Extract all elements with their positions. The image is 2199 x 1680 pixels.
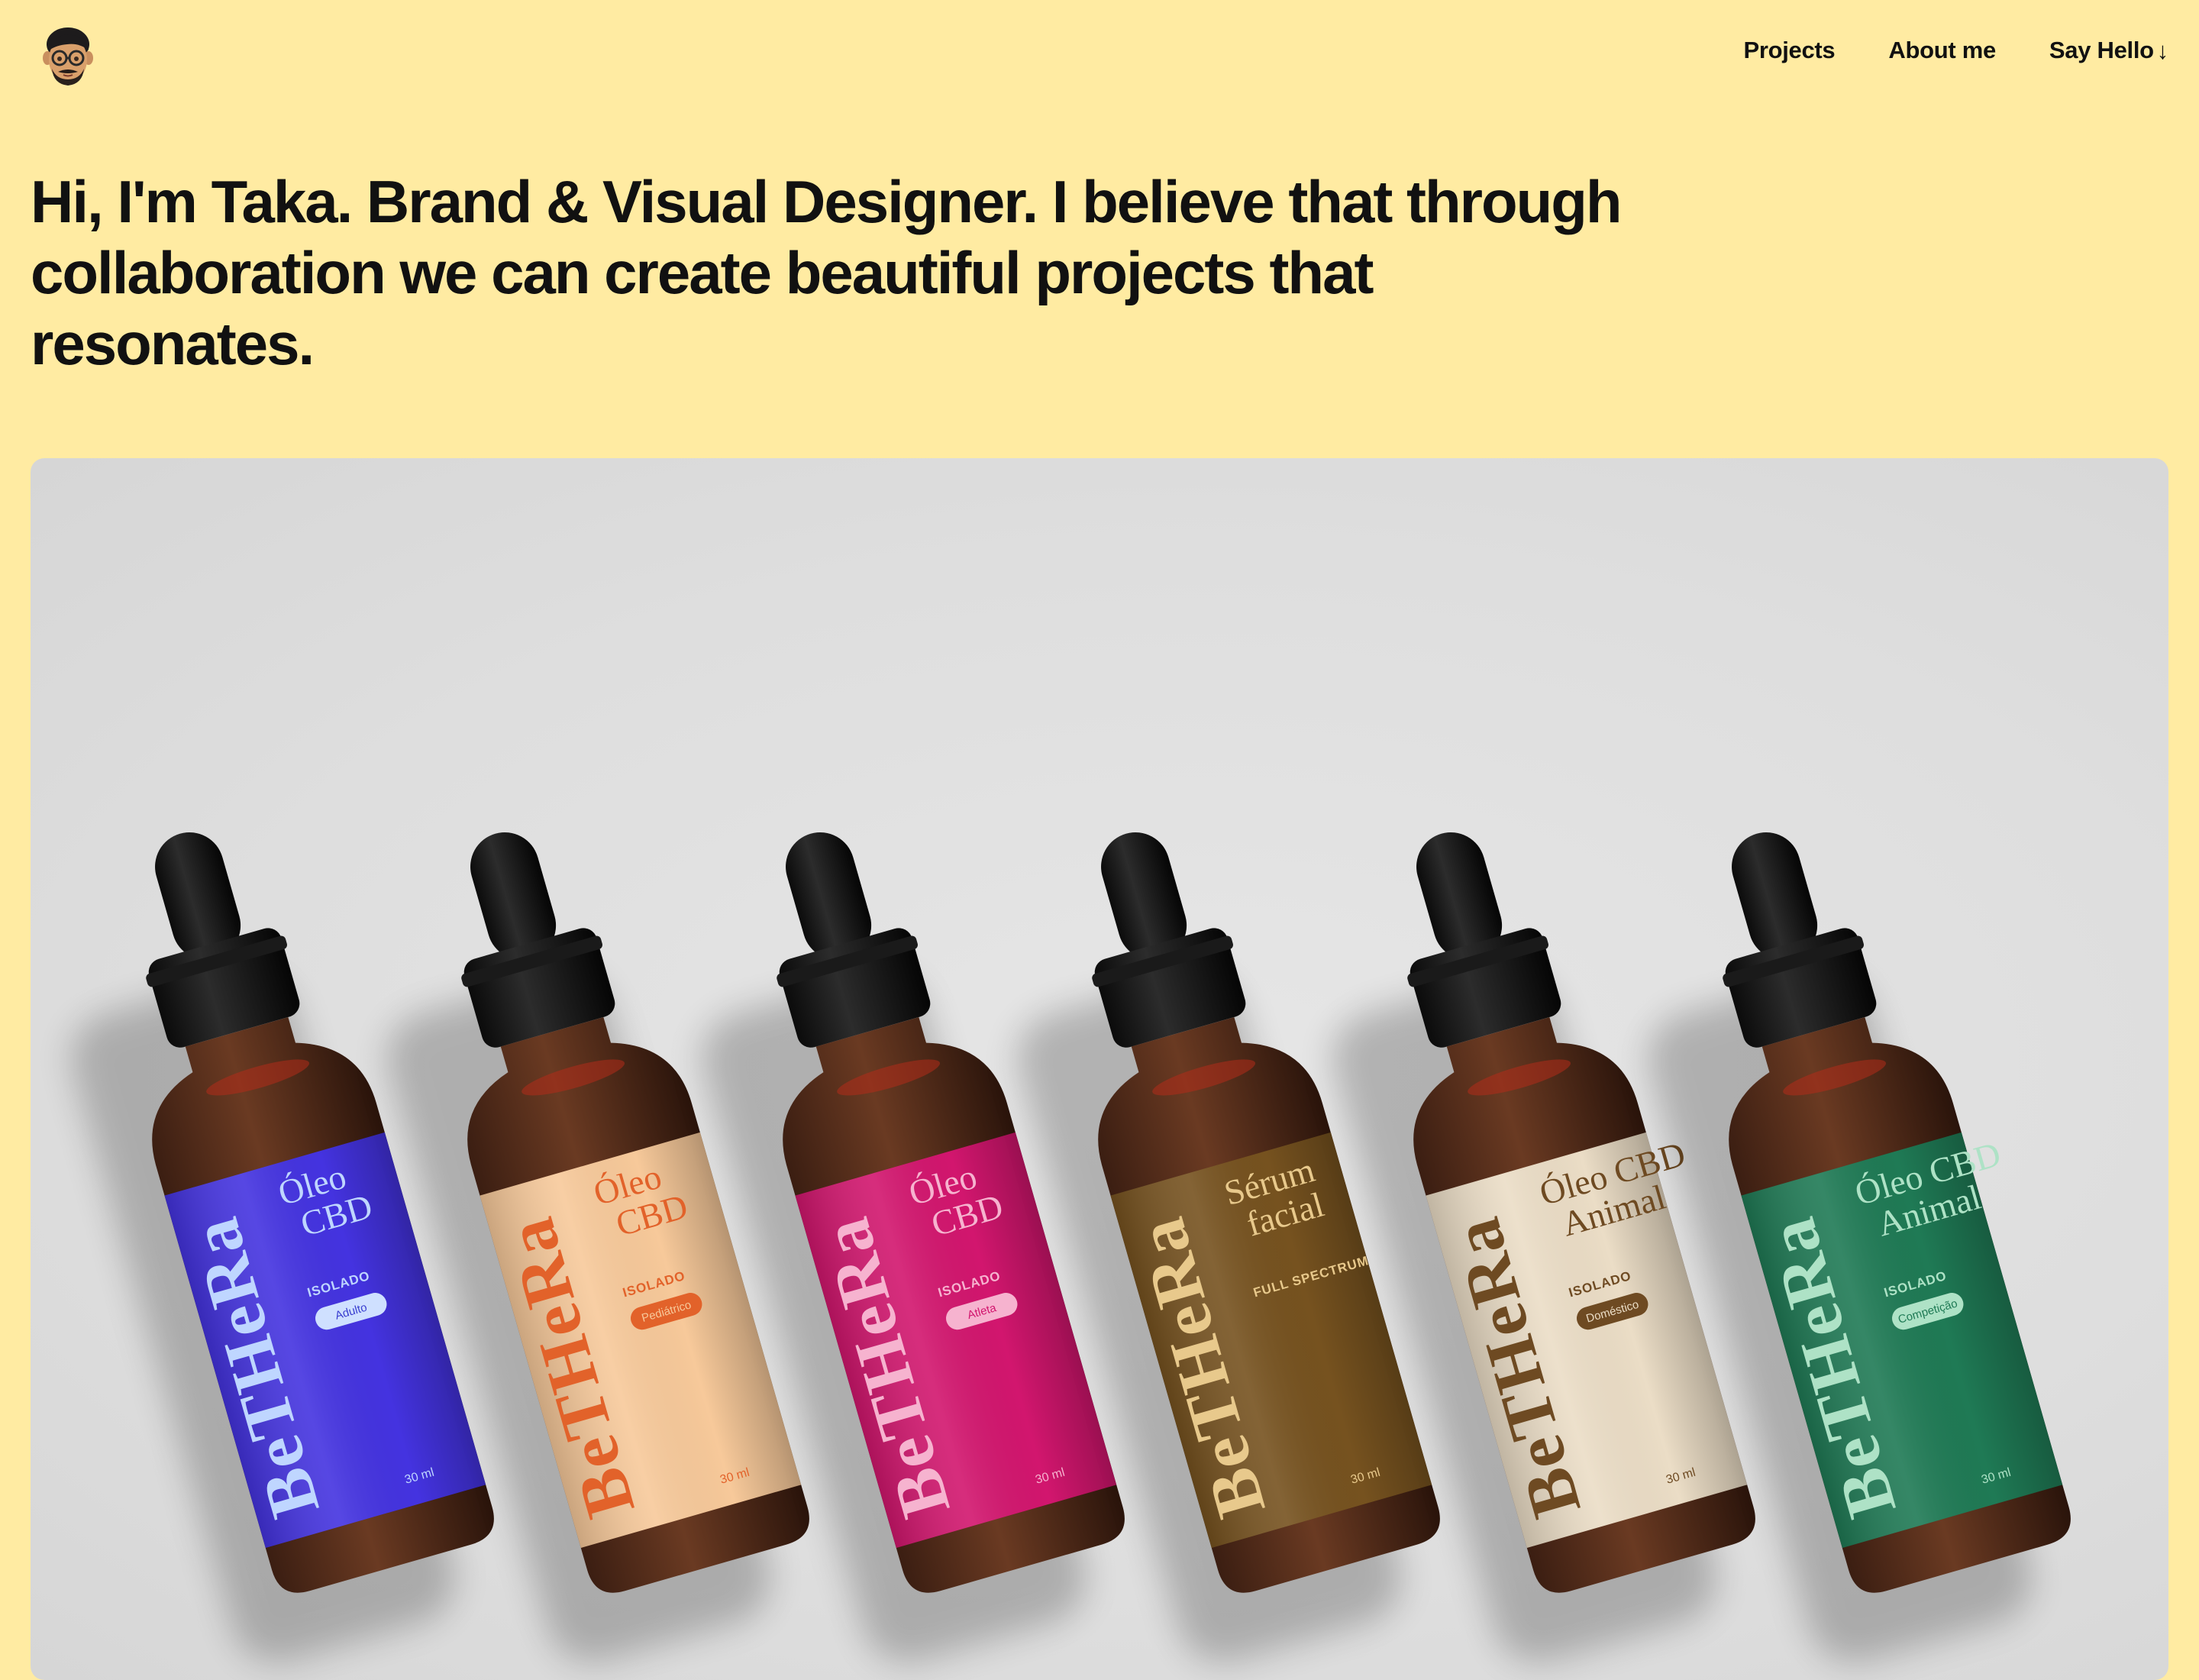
nav-about-link[interactable]: About me — [1888, 37, 1996, 64]
nav-say-hello-link[interactable]: Say Hello ↓ — [2049, 37, 2168, 64]
nav-say-hello-label: Say Hello — [2049, 37, 2154, 63]
memoji-avatar-icon — [43, 27, 93, 86]
project-card-bethera[interactable]: BeTHeRa Óleo CBD ISOLADO Adulto 30 ml BeTHeRa Ó… — [31, 458, 2168, 1680]
main-nav: Projects About me Say Hello ↓ — [1743, 37, 2168, 64]
hero-heading: Hi, I'm Taka. Brand & Visual Designer. I… — [31, 168, 1623, 377]
arrow-down-icon: ↓ — [2156, 37, 2169, 64]
site-header: Projects About me Say Hello ↓ — [0, 0, 2199, 107]
bottles-product-image: BeTHeRaÓleoCBDISOLADOAdulto30 ml BeTHeRaÓ… — [71, 832, 2071, 1662]
avatar[interactable] — [41, 24, 95, 89]
nav-projects-link[interactable]: Projects — [1743, 37, 1835, 64]
